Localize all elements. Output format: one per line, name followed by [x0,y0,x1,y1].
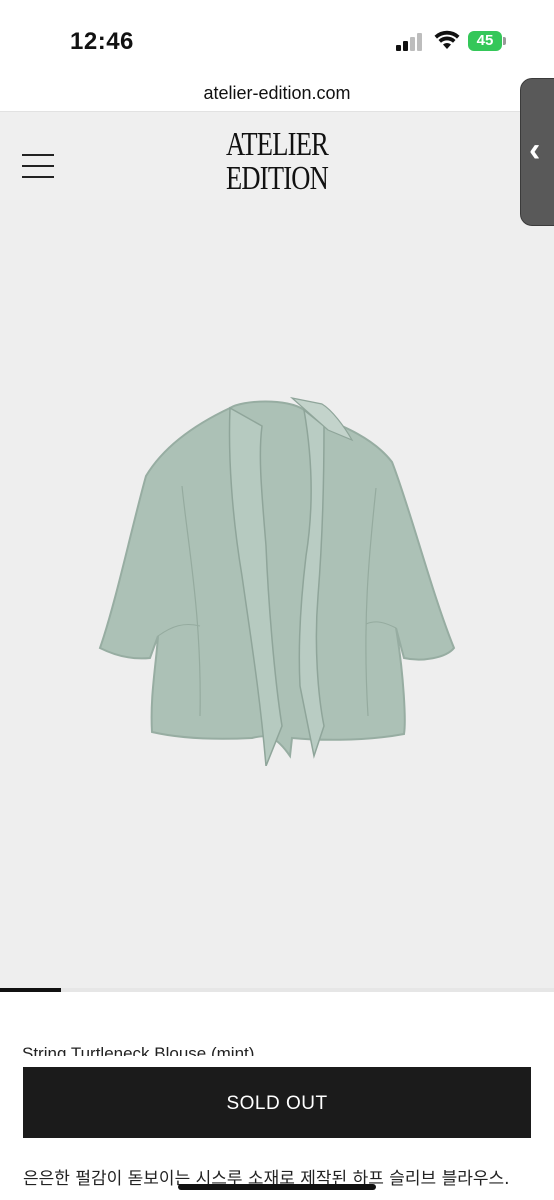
logo-line-2: EDITION [225,160,329,197]
status-bar: 12:46 45 [0,0,554,80]
chevron-left-icon: ‹ [529,131,541,169]
site-logo[interactable]: ATELIER EDITION [200,128,354,196]
logo-line-1: ATELIER [225,126,329,163]
wifi-icon [434,30,460,49]
gallery-progress-track [0,988,554,992]
home-indicator[interactable] [178,1184,376,1190]
battery-cap [503,37,506,45]
hamburger-menu-icon[interactable] [22,154,54,178]
cellular-signal-icon [396,33,426,51]
product-name: String Turtleneck Blouse (mint) [22,1044,255,1056]
blouse-image [98,396,456,766]
clock: 12:46 [70,28,134,55]
gallery-progress-fill [0,988,61,992]
battery-icon: 45 [468,31,502,51]
sold-out-button[interactable]: SOLD OUT [23,1067,531,1138]
side-panel-handle[interactable]: ‹ [520,78,554,226]
url-bar[interactable]: atelier-edition.com [0,80,554,112]
